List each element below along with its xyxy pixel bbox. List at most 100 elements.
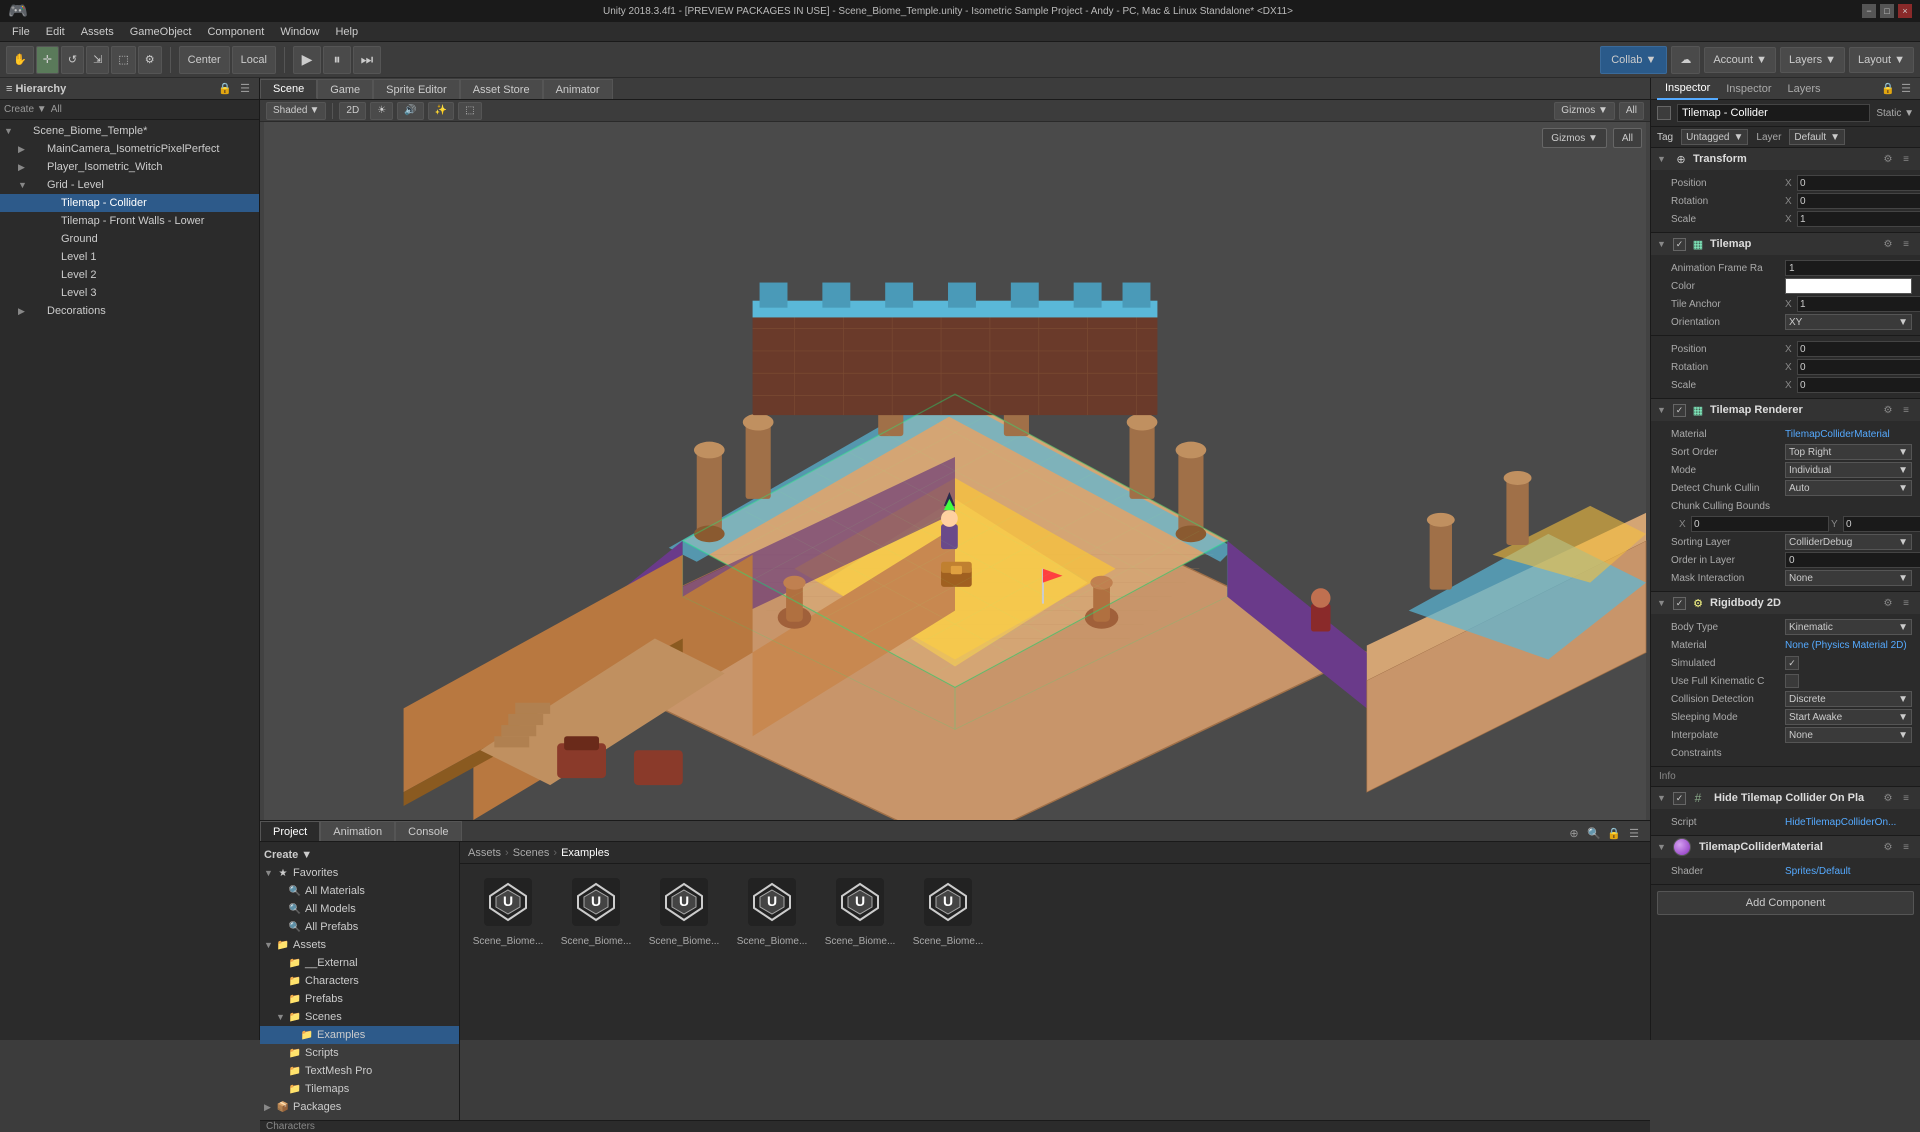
proj-sidebar-item-all-models[interactable]: 🔍All Models bbox=[260, 900, 459, 918]
collab-button[interactable]: Collab ▼ bbox=[1600, 46, 1667, 74]
project-menu-btn[interactable]: ☰ bbox=[1626, 825, 1642, 841]
chunk-y[interactable] bbox=[1843, 516, 1920, 532]
project-lock-btn[interactable]: 🔒 bbox=[1606, 825, 1622, 841]
hierarchy-eye-level3[interactable] bbox=[241, 286, 255, 300]
rect-tool[interactable]: ⬚ bbox=[111, 46, 135, 74]
chunk-x[interactable] bbox=[1691, 516, 1829, 532]
tab-layers[interactable]: Layers bbox=[1780, 78, 1829, 100]
local-global-button[interactable]: Local bbox=[232, 46, 276, 74]
lighting-button[interactable]: ☀ bbox=[370, 102, 393, 120]
project-collapse-btn[interactable]: ⊕ bbox=[1566, 825, 1582, 841]
menu-component[interactable]: Component bbox=[199, 22, 272, 42]
scene-viewport[interactable]: Gizmos ▼ All bbox=[260, 122, 1650, 820]
audio-button[interactable]: 🔊 bbox=[397, 102, 423, 120]
interpolate-select[interactable]: None ▼ bbox=[1785, 727, 1912, 743]
scale-tool[interactable]: ⇲ bbox=[86, 46, 109, 74]
renderer-overflow-btn[interactable]: ≡ bbox=[1898, 402, 1914, 418]
path-assets[interactable]: Assets bbox=[468, 847, 501, 859]
orientation-select[interactable]: XY ▼ bbox=[1785, 314, 1912, 330]
hierarchy-menu-btn[interactable]: ☰ bbox=[237, 81, 253, 97]
order-layer-input[interactable] bbox=[1785, 552, 1920, 568]
tab-asset-store[interactable]: Asset Store bbox=[460, 79, 543, 99]
hierarchy-lock-btn[interactable]: 🔒 bbox=[217, 81, 233, 97]
proj-sidebar-item-external[interactable]: 📁__External bbox=[260, 954, 459, 972]
rigidbody-header[interactable]: ▼ ✓ ⚙ Rigidbody 2D ⚙ ≡ bbox=[1651, 592, 1920, 614]
t-pos-x[interactable] bbox=[1797, 341, 1920, 357]
material-settings-btn[interactable]: ⚙ bbox=[1880, 839, 1896, 855]
rot-x-input[interactable] bbox=[1797, 193, 1920, 209]
menu-file[interactable]: File bbox=[4, 22, 38, 42]
tab-animator[interactable]: Animator bbox=[543, 79, 613, 99]
hierarchy-item-scene[interactable]: ▼Scene_Biome_Temple* bbox=[0, 122, 259, 140]
mask-select[interactable]: None ▼ bbox=[1785, 570, 1912, 586]
gizmos-button[interactable]: Gizmos ▼ bbox=[1542, 128, 1607, 148]
transform-settings-btn[interactable]: ⚙ bbox=[1880, 151, 1896, 167]
hierarchy-eye-decorations[interactable] bbox=[241, 304, 255, 318]
sort-order-select[interactable]: Top Right ▼ bbox=[1785, 444, 1912, 460]
tilemap-overflow-btn[interactable]: ≡ bbox=[1898, 236, 1914, 252]
project-file-file6[interactable]: U Scene_Biome... bbox=[908, 872, 988, 947]
body-type-select[interactable]: Kinematic ▼ bbox=[1785, 619, 1912, 635]
inspector-lock-btn[interactable]: 🔒 bbox=[1880, 81, 1896, 97]
transform-overflow-btn[interactable]: ≡ bbox=[1898, 151, 1914, 167]
hierarchy-item-player[interactable]: ▶Player_Isometric_Witch bbox=[0, 158, 259, 176]
tab-game[interactable]: Game bbox=[317, 79, 373, 99]
rigidbody-overflow-btn[interactable]: ≡ bbox=[1898, 595, 1914, 611]
project-file-file1[interactable]: U Scene_Biome... bbox=[468, 872, 548, 947]
pause-button[interactable]: ⏸ bbox=[323, 46, 351, 74]
hierarchy-item-tilemap-collider[interactable]: Tilemap - Collider bbox=[0, 194, 259, 212]
tilemap-renderer-header[interactable]: ▼ ✓ ▦ Tilemap Renderer ⚙ ≡ bbox=[1651, 399, 1920, 421]
menu-gameobject[interactable]: GameObject bbox=[122, 22, 200, 42]
hide-overflow-btn[interactable]: ≡ bbox=[1898, 790, 1914, 806]
proj-sidebar-item-tilemaps[interactable]: 📁Tilemaps bbox=[260, 1080, 459, 1098]
rigidbody-settings-btn[interactable]: ⚙ bbox=[1880, 595, 1896, 611]
maximize-button[interactable]: □ bbox=[1880, 4, 1894, 18]
hierarchy-eye-level2[interactable] bbox=[241, 268, 255, 282]
project-search-btn[interactable]: 🔍 bbox=[1586, 825, 1602, 841]
menu-help[interactable]: Help bbox=[327, 22, 366, 42]
menu-window[interactable]: Window bbox=[272, 22, 327, 42]
rigidbody-enabled-check[interactable]: ✓ bbox=[1673, 597, 1686, 610]
proj-sidebar-item-characters[interactable]: 📁Characters bbox=[260, 972, 459, 990]
skybox-button[interactable]: ⬚ bbox=[458, 102, 481, 120]
scale-x-input[interactable] bbox=[1797, 211, 1920, 227]
tab-scene[interactable]: Scene bbox=[260, 79, 317, 99]
move-tool[interactable]: ✛ bbox=[36, 46, 59, 74]
full-kinematic-checkbox[interactable] bbox=[1785, 674, 1799, 688]
layers-button[interactable]: Layers ▼ bbox=[1780, 47, 1845, 73]
proj-sidebar-item-prefabs[interactable]: 📁Prefabs bbox=[260, 990, 459, 1008]
all-label-button[interactable]: All bbox=[1613, 128, 1642, 148]
proj-sidebar-item-all-prefabs[interactable]: 🔍All Prefabs bbox=[260, 918, 459, 936]
transform-header[interactable]: ▼ ⊕ Transform ⚙ ≡ bbox=[1651, 148, 1920, 170]
project-file-file2[interactable]: U Scene_Biome... bbox=[556, 872, 636, 947]
anim-frame-input[interactable] bbox=[1785, 260, 1920, 276]
object-name-input[interactable] bbox=[1677, 104, 1870, 122]
tilemap-enabled-check[interactable]: ✓ bbox=[1673, 238, 1686, 251]
tab-inspector[interactable]: Inspector bbox=[1657, 78, 1718, 100]
menu-edit[interactable]: Edit bbox=[38, 22, 73, 42]
cloud-button[interactable]: ☁ bbox=[1671, 46, 1700, 74]
hierarchy-item-tilemap-front[interactable]: Tilemap - Front Walls - Lower bbox=[0, 212, 259, 230]
material-header[interactable]: ▼ TilemapColliderMaterial ⚙ ≡ bbox=[1651, 836, 1920, 858]
hide-settings-btn[interactable]: ⚙ bbox=[1880, 790, 1896, 806]
tilemap-header[interactable]: ▼ ✓ ▦ Tilemap ⚙ ≡ bbox=[1651, 233, 1920, 255]
renderer-enabled-check[interactable]: ✓ bbox=[1673, 404, 1686, 417]
hierarchy-item-maincam[interactable]: ▶MainCamera_IsometricPixelPerfect bbox=[0, 140, 259, 158]
menu-assets[interactable]: Assets bbox=[73, 22, 122, 42]
tab-console[interactable]: Console bbox=[395, 821, 461, 841]
mode-select[interactable]: Individual ▼ bbox=[1785, 462, 1912, 478]
hierarchy-item-grid[interactable]: ▼Grid - Level bbox=[0, 176, 259, 194]
all-layers-button[interactable]: All bbox=[1619, 102, 1644, 120]
detect-chunk-select[interactable]: Auto ▼ bbox=[1785, 480, 1912, 496]
layout-button[interactable]: Layout ▼ bbox=[1849, 47, 1914, 73]
inspector-menu-btn[interactable]: ☰ bbox=[1898, 81, 1914, 97]
fx-button[interactable]: ✨ bbox=[428, 102, 454, 120]
color-swatch[interactable] bbox=[1785, 278, 1912, 294]
proj-sidebar-item-scripts[interactable]: 📁Scripts bbox=[260, 1044, 459, 1062]
proj-sidebar-item-examples[interactable]: 📁Examples bbox=[260, 1026, 459, 1044]
proj-sidebar-item-textmesh[interactable]: 📁TextMesh Pro bbox=[260, 1062, 459, 1080]
minimize-button[interactable]: − bbox=[1862, 4, 1876, 18]
hierarchy-eye-maincam[interactable] bbox=[241, 142, 255, 156]
path-examples[interactable]: Examples bbox=[561, 847, 609, 859]
tag-dropdown[interactable]: Untagged ▼ bbox=[1681, 129, 1748, 145]
